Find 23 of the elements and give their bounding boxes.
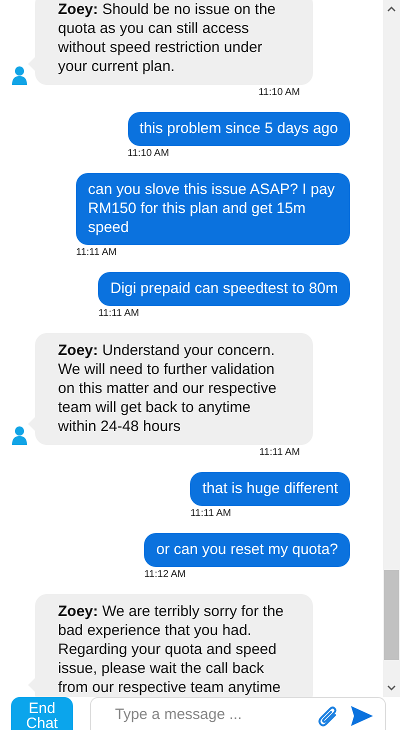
message-field[interactable]: Type a message ... (90, 697, 386, 730)
scroll-down-icon[interactable] (387, 685, 396, 691)
timestamp: 11:10 AM (258, 87, 300, 99)
message-input[interactable]: Type a message ... (115, 706, 305, 723)
send-icon[interactable] (351, 706, 373, 726)
timestamp: 11:11 AM (190, 508, 232, 520)
scrollbar[interactable] (383, 0, 400, 697)
message-bubble: or can you reset my quota? (144, 533, 350, 567)
scrollbar-thumb[interactable] (384, 570, 399, 660)
end-chat-button[interactable]: End Chat (11, 697, 73, 730)
paperclip-icon[interactable] (317, 705, 339, 729)
timestamp: 11:11 AM (98, 308, 140, 320)
timestamp: 11:10 AM (128, 148, 170, 160)
message-bubble: can you slove this issue ASAP? I pay RM150 for this plan and get 15m speed (76, 173, 350, 245)
user-icon (12, 66, 27, 85)
user-icon (12, 426, 27, 445)
message-bubble: Digi prepaid can speedtest to 80m (98, 272, 350, 306)
scroll-up-icon[interactable] (387, 6, 396, 12)
timestamp: 11:11 AM (76, 247, 117, 259)
message-bubble: that is huge different (190, 472, 350, 506)
timestamp: 11:12 AM (144, 569, 186, 581)
message-bubble: this problem since 5 days ago (128, 112, 350, 146)
timestamp: 11:11 AM (259, 447, 300, 459)
